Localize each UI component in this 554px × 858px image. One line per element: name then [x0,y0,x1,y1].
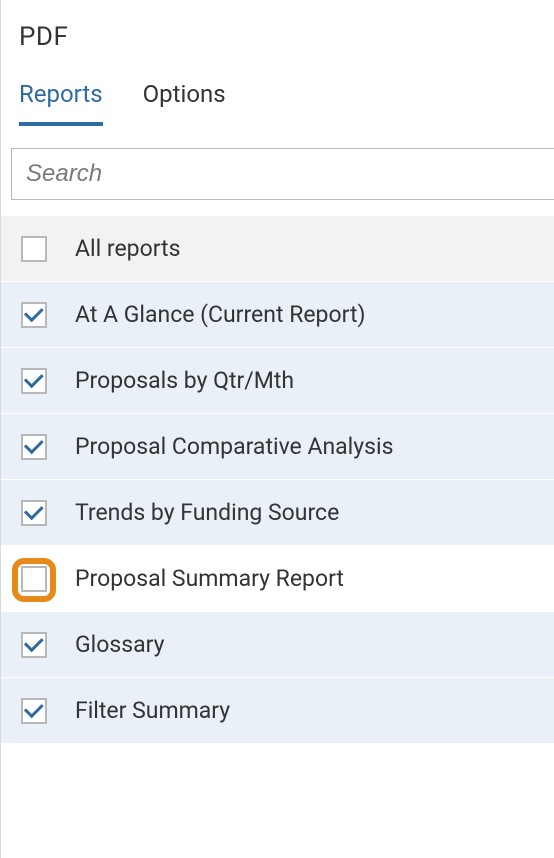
row-trends[interactable]: Trends by Funding Source [1,480,554,546]
row-glossary[interactable]: Glossary [1,612,554,678]
checkbox-proposals-qtr[interactable] [21,368,47,394]
row-proposals-qtr[interactable]: Proposals by Qtr/Mth [1,348,554,414]
row-proposal-summary[interactable]: Proposal Summary Report [1,546,554,612]
checkbox-at-a-glance[interactable] [21,302,47,328]
label-proposal-summary: Proposal Summary Report [75,565,344,592]
checkbox-glossary[interactable] [21,632,47,658]
row-at-a-glance[interactable]: At A Glance (Current Report) [1,282,554,348]
search-input[interactable] [11,148,554,200]
tab-reports[interactable]: Reports [19,80,103,126]
label-glossary: Glossary [75,631,165,658]
label-trends: Trends by Funding Source [75,499,339,526]
pdf-export-panel: PDF Reports Options All reports At A Gla… [0,0,554,858]
checkbox-all-reports[interactable] [21,236,47,262]
search-container [1,126,554,200]
checkbox-filter-summary[interactable] [21,698,47,724]
tab-options[interactable]: Options [143,80,226,126]
tab-bar: Reports Options [1,80,554,126]
label-at-a-glance: At A Glance (Current Report) [75,301,365,328]
checkbox-proposal-summary[interactable] [21,566,47,592]
checkbox-comparative[interactable] [21,434,47,460]
label-filter-summary: Filter Summary [75,697,230,724]
panel-title: PDF [1,8,554,80]
label-proposals-qtr: Proposals by Qtr/Mth [75,367,294,394]
label-all-reports: All reports [75,235,180,262]
row-comparative[interactable]: Proposal Comparative Analysis [1,414,554,480]
label-comparative: Proposal Comparative Analysis [75,433,394,460]
row-filter-summary[interactable]: Filter Summary [1,678,554,744]
report-list: All reports At A Glance (Current Report)… [1,216,554,744]
checkbox-trends[interactable] [21,500,47,526]
row-all-reports[interactable]: All reports [1,216,554,282]
